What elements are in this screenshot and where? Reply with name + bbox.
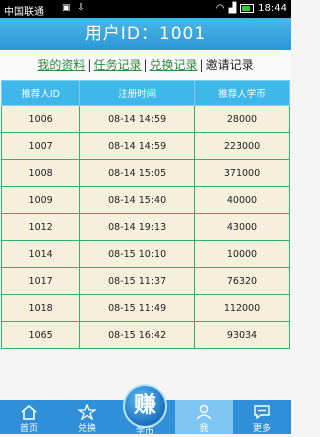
cell-referrer-coins: 76320 (194, 267, 290, 295)
cell-referrer-id: 1006 (0, 105, 81, 133)
tab-exchange-records[interactable]: 兑换记录 (150, 58, 198, 72)
notification-icons: ▣ ⇩ (62, 3, 87, 13)
cell-referrer-coins: 43000 (194, 213, 290, 241)
cell-register-time: 08-15 16:42 (79, 321, 195, 349)
cell-register-time: 08-14 14:59 (79, 132, 195, 160)
table-row: 1006 08-14 14:59 28000 (0, 105, 290, 133)
column-header-referrer-coins: 推荐人学币 (194, 80, 290, 106)
cell-referrer-id: 1008 (0, 159, 81, 187)
tab-separator: | (199, 58, 204, 72)
table-row: 1009 08-14 15:40 40000 (0, 186, 290, 214)
column-header-referrer-id: 推荐人ID (0, 80, 81, 106)
nav-home[interactable]: 首页 (0, 400, 58, 434)
status-bar: 中国联通 ▣ ⇩ ◠ ▟ 18:44 (0, 0, 291, 18)
cell-referrer-id: 1018 (0, 294, 81, 322)
nav-exchange[interactable]: 兑换 (58, 400, 116, 434)
tab-my-profile[interactable]: 我的资料 (37, 58, 85, 72)
nav-me-label: 我 (199, 424, 209, 434)
nav-earn-label: 学币 (135, 427, 154, 437)
table-row: 1017 08-15 11:37 76320 (0, 267, 290, 295)
cell-referrer-coins: 371000 (194, 159, 290, 187)
record-tabs: 我的资料 | 任务记录 | 兑换记录 | 邀请记录 (0, 50, 291, 80)
chat-more-icon (254, 405, 270, 420)
table-row: 1014 08-15 10:10 10000 (0, 240, 290, 268)
cell-register-time: 08-14 14:59 (79, 105, 195, 133)
cell-referrer-id: 1014 (0, 240, 81, 268)
tab-invite-records[interactable]: 邀请记录 (206, 58, 254, 72)
cell-referrer-id: 1017 (0, 267, 81, 295)
wifi-icon: ◠ (215, 3, 225, 14)
page-title: 用户ID：1001 (0, 18, 291, 50)
signal-icon: ▟ (228, 3, 237, 14)
home-icon (21, 404, 37, 420)
cell-register-time: 08-14 15:05 (79, 159, 195, 187)
column-header-register-time: 注册时间 (79, 80, 195, 106)
cell-register-time: 08-14 15:40 (79, 186, 195, 214)
cell-register-time: 08-14 19:13 (79, 213, 195, 241)
table-row: 1012 08-14 19:13 43000 (0, 213, 290, 241)
invite-table: 推荐人ID 注册时间 推荐人学币 1006 08-14 14:59 28000 10… (0, 80, 290, 349)
cell-referrer-coins: 28000 (194, 105, 290, 133)
nav-earn-button[interactable]: 赚 学币 (116, 384, 174, 437)
tab-task-records[interactable]: 任务记录 (93, 58, 141, 72)
cell-register-time: 08-15 10:10 (79, 240, 195, 268)
table-row: 1008 08-14 15:05 371000 (0, 159, 290, 187)
cell-referrer-id: 1012 (0, 213, 81, 241)
nav-exchange-label: 兑换 (77, 424, 96, 434)
earn-icon: 赚 (123, 384, 167, 428)
tab-separator: | (143, 58, 148, 72)
cell-referrer-coins: 223000 (194, 132, 290, 160)
table-row: 1065 08-15 16:42 93034 (0, 321, 290, 349)
table-header-row: 推荐人ID 注册时间 推荐人学币 (0, 80, 290, 106)
battery-icon (240, 4, 255, 13)
table-row: 1007 08-14 14:59 223000 (0, 132, 290, 160)
nav-me[interactable]: 我 (175, 400, 233, 434)
cell-referrer-id: 1009 (0, 186, 81, 214)
cell-register-time: 08-15 11:49 (79, 294, 195, 322)
cell-referrer-coins: 93034 (194, 321, 290, 349)
cell-referrer-id: 1007 (0, 132, 81, 160)
nav-home-label: 首页 (19, 424, 38, 434)
cell-register-time: 08-15 11:37 (79, 267, 195, 295)
star-icon (78, 404, 96, 420)
cell-referrer-coins: 40000 (194, 186, 290, 214)
cell-referrer-coins: 112000 (194, 294, 290, 322)
nav-more-label: 更多 (252, 424, 271, 434)
cell-referrer-coins: 10000 (194, 240, 290, 268)
clock: 18:44 (258, 3, 287, 14)
invite-table-container: 推荐人ID 注册时间 推荐人学币 1006 08-14 14:59 28000 10… (0, 80, 291, 349)
nav-more[interactable]: 更多 (233, 400, 291, 434)
user-icon (196, 404, 212, 420)
cell-referrer-id: 1065 (0, 321, 81, 349)
carrier-label: 中国联通 (4, 7, 44, 18)
table-row: 1018 08-15 11:49 112000 (0, 294, 290, 322)
